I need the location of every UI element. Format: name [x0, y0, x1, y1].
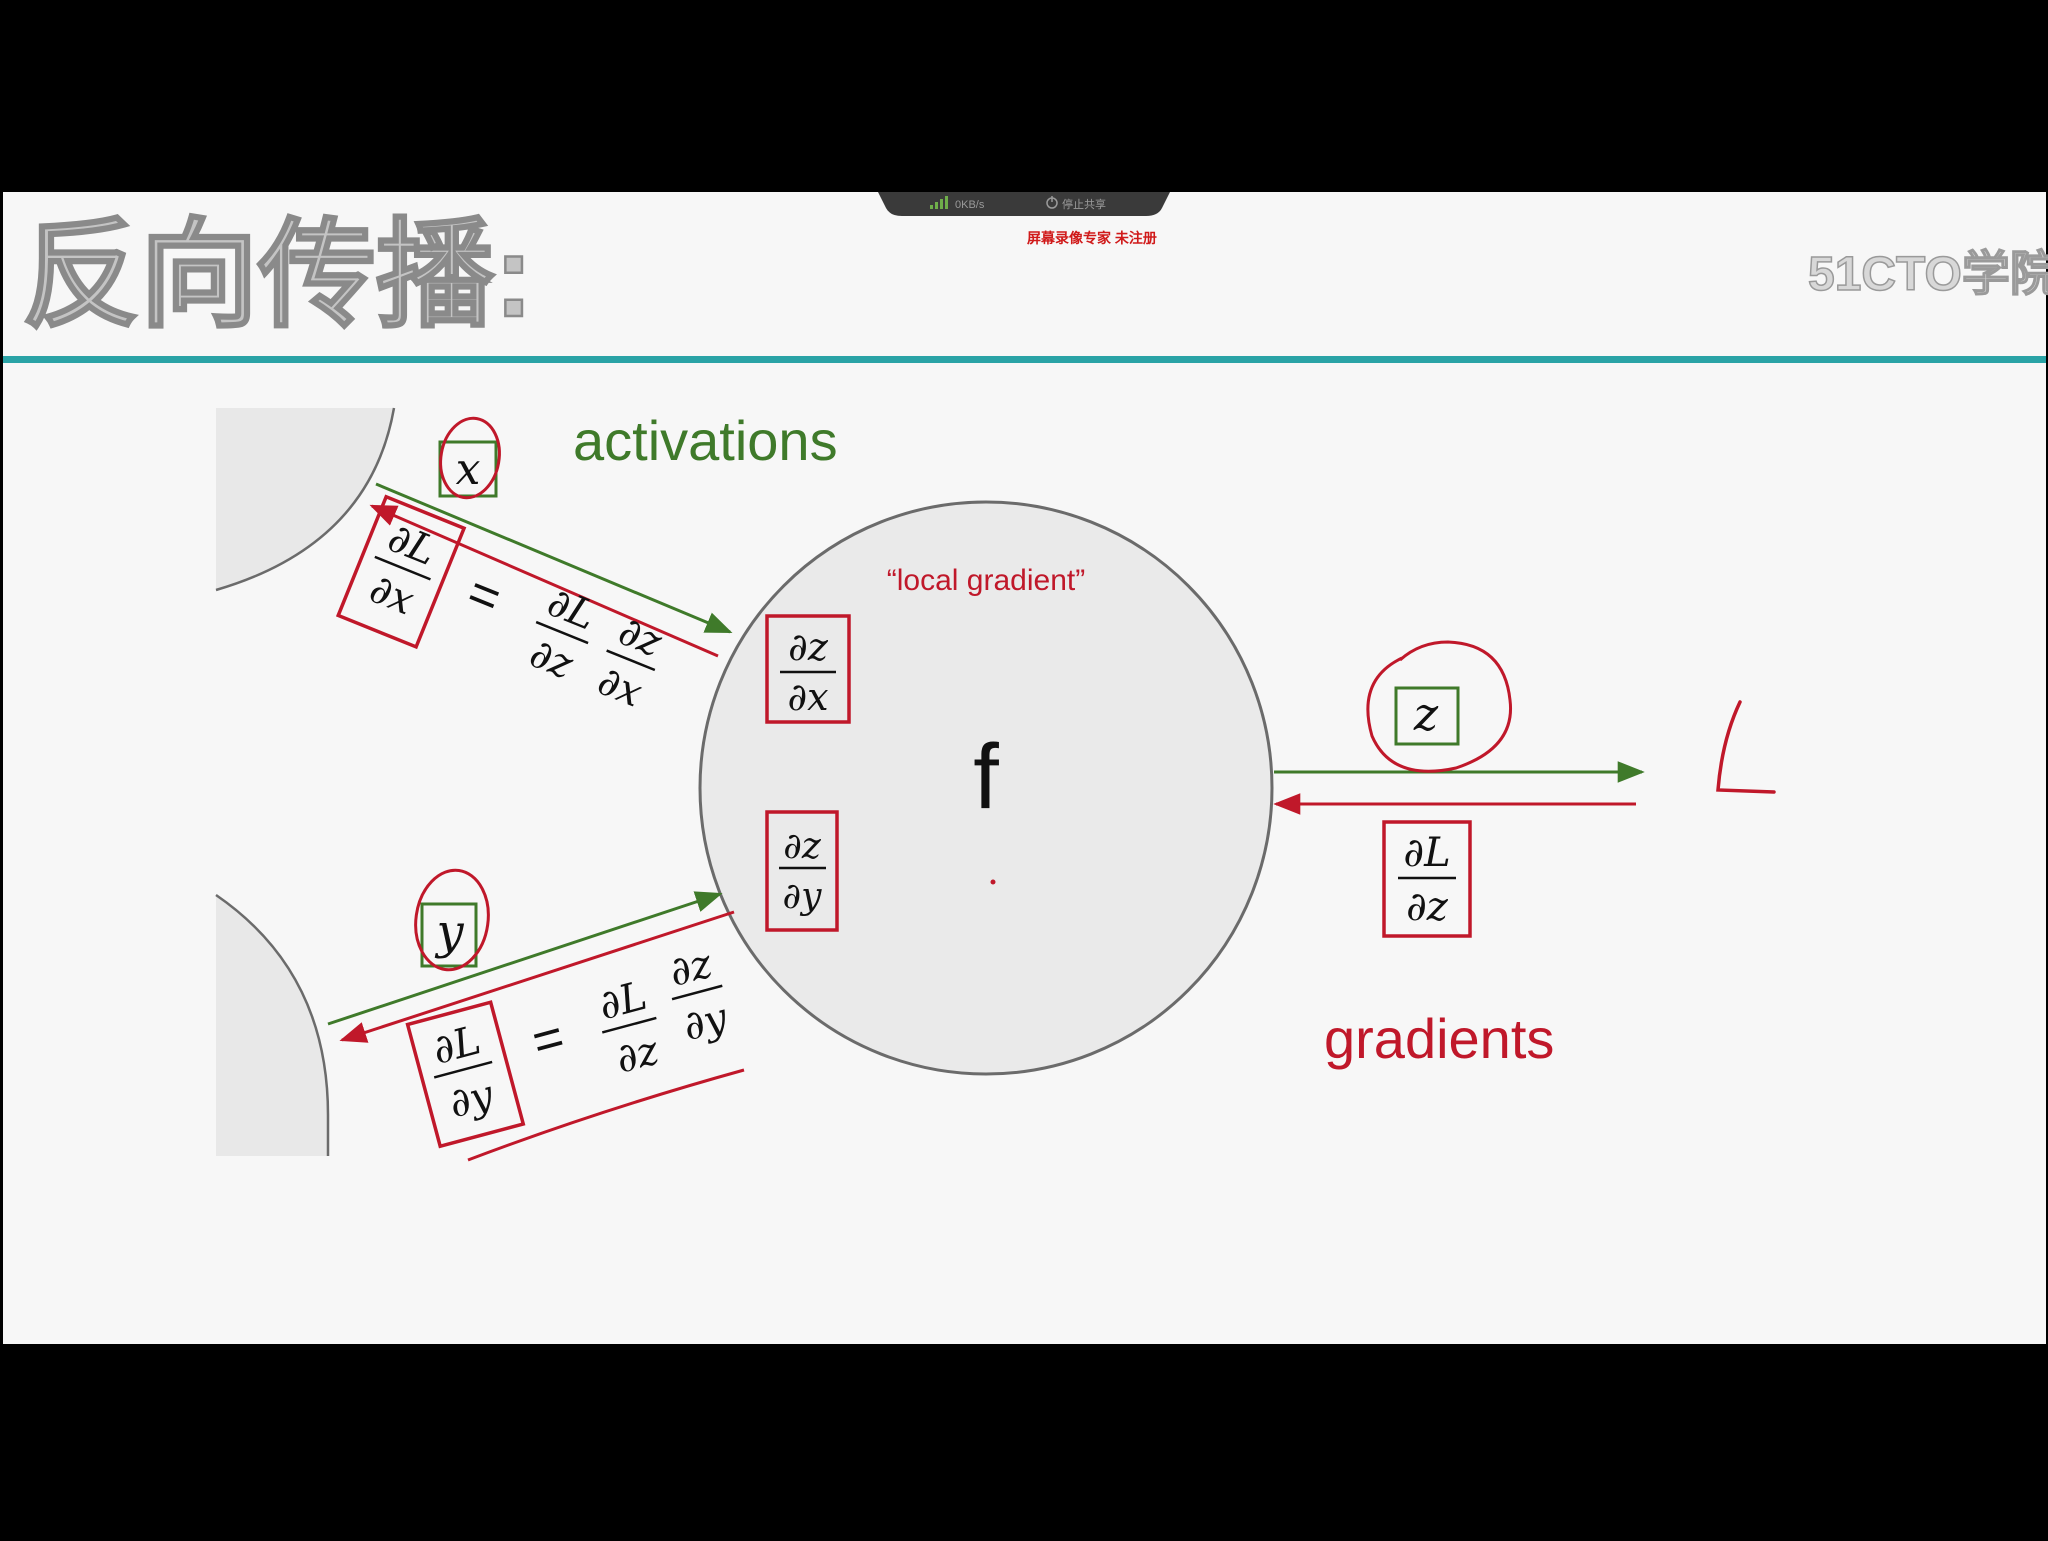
speed-readout: 0KB/s: [955, 199, 985, 211]
svg-text:x: x: [456, 444, 481, 495]
brand-logo: 51CTO学院: [1808, 248, 2048, 301]
svg-text:∂L: ∂L: [1403, 830, 1450, 876]
svg-text:∂x: ∂x: [787, 675, 828, 719]
title-divider: [3, 356, 2046, 363]
node-label-f: f: [973, 726, 999, 828]
svg-text:∂z: ∂z: [1406, 884, 1449, 930]
scene: 0KB/s 停止共享 屏幕录像专家 未注册 反向传播: 51CTO学院 “loc…: [0, 0, 2048, 1536]
stop-sharing-button[interactable]: 停止共享: [1062, 197, 1106, 211]
svg-text:∂y: ∂y: [783, 876, 823, 917]
slide-title: 反向传播:: [22, 210, 533, 342]
gradients-label: gradients: [1324, 1007, 1554, 1070]
annotation-dot: [990, 879, 996, 885]
svg-text:∂z: ∂z: [788, 625, 829, 669]
local-gradient-label: “local gradient”: [887, 564, 1085, 597]
recorder-watermark: 屏幕录像专家 未注册: [1027, 230, 1157, 246]
activations-label: activations: [573, 409, 838, 472]
svg-text:∂z: ∂z: [783, 826, 822, 867]
screen: 0KB/s 停止共享 屏幕录像专家 未注册 反向传播: 51CTO学院 “loc…: [0, 0, 2048, 1536]
svg-text:y: y: [434, 904, 464, 960]
recorder-toolbar[interactable]: 0KB/s 停止共享: [878, 192, 1170, 216]
svg-text:z: z: [1413, 687, 1439, 741]
